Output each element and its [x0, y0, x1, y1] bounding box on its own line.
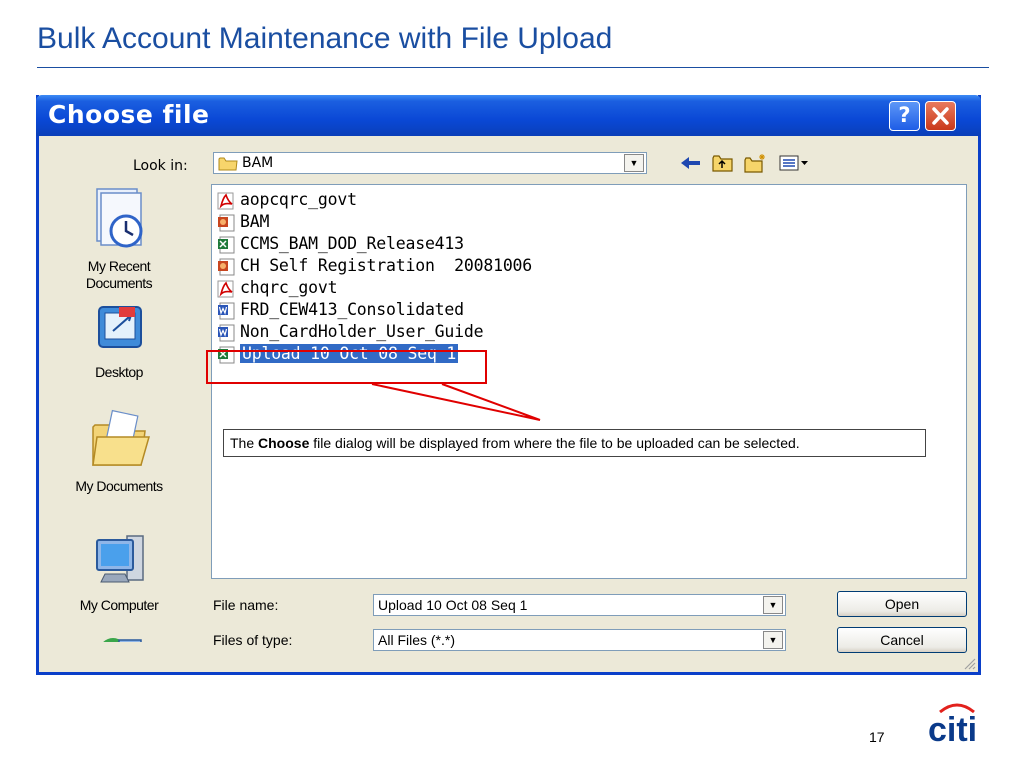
word-icon	[218, 324, 235, 342]
file-name-dropdown-button[interactable]: ▼	[763, 596, 783, 614]
slide-title: Bulk Account Maintenance with File Uploa…	[37, 22, 613, 55]
file-type-label: Files of type:	[213, 632, 293, 648]
open-button[interactable]: Open	[837, 591, 967, 617]
place-network[interactable]	[39, 630, 199, 642]
folder-icon	[218, 157, 238, 171]
place-label: My Documents	[75, 478, 163, 494]
word-icon	[218, 302, 235, 320]
look-in-select[interactable]: BAM ▼	[213, 152, 647, 174]
file-name-label: File name:	[213, 597, 279, 613]
place-my-documents[interactable]: My Documents	[39, 407, 199, 495]
recent-documents-icon	[96, 188, 143, 248]
file-name-field[interactable]: Upload 10 Oct 08 Seq 1 ▼	[373, 594, 786, 616]
file-name: chqrc_govt	[240, 278, 338, 297]
pdf-icon	[217, 280, 234, 298]
look-in-label: Look in:	[133, 158, 188, 174]
file-name: CH Self Registration 20081006	[240, 256, 533, 275]
cancel-button[interactable]: Cancel	[837, 627, 967, 653]
file-name: aopcqrc_govt	[240, 190, 357, 209]
powerpoint-icon	[218, 214, 235, 232]
places-bar: My Recent Documents Desktop My Documents	[39, 185, 209, 642]
selected-file-highlight	[206, 350, 487, 384]
title-divider	[37, 67, 989, 68]
callout-note: The Choose file dialog will be displayed…	[223, 429, 926, 457]
new-folder-icon[interactable]	[743, 153, 767, 173]
place-my-computer[interactable]: My Computer	[39, 530, 199, 614]
place-label: Desktop	[95, 364, 143, 380]
citi-logo: citi	[928, 703, 977, 745]
my-computer-icon	[96, 535, 144, 583]
powerpoint-icon	[218, 258, 235, 276]
svg-text:citi: citi	[928, 711, 977, 745]
file-name: Non_CardHolder_User_Guide	[240, 322, 484, 341]
look-in-value: BAM	[242, 155, 274, 171]
callout-text-after: file dialog will be displayed from where…	[309, 435, 800, 451]
place-label: My Recent Documents	[85, 258, 153, 291]
file-type-value: All Files (*.*)	[378, 632, 456, 648]
dialog-title: Choose file	[48, 100, 210, 129]
view-menu-icon[interactable]	[779, 153, 809, 173]
file-name: BAM	[240, 212, 270, 231]
page-number: 17	[869, 729, 885, 745]
callout-text-bold: Choose	[258, 435, 310, 451]
file-name-value: Upload 10 Oct 08 Seq 1	[378, 597, 528, 613]
choose-file-dialog: Choose file ? Look in: BAM ▼ My Recent D…	[36, 95, 981, 675]
dialog-titlebar[interactable]: Choose file ?	[36, 95, 981, 136]
help-button[interactable]: ?	[889, 101, 920, 131]
file-type-dropdown-button[interactable]: ▼	[763, 631, 783, 649]
desktop-icon	[98, 306, 142, 348]
up-folder-icon[interactable]	[711, 153, 735, 173]
place-my-recent-documents[interactable]: My Recent Documents	[39, 185, 199, 292]
look-in-dropdown-button[interactable]: ▼	[624, 154, 644, 172]
pdf-icon	[217, 192, 234, 210]
file-name: CCMS_BAM_DOD_Release413	[240, 234, 464, 253]
close-button[interactable]	[925, 101, 956, 131]
back-icon[interactable]	[679, 153, 703, 173]
callout-text-before: The	[230, 435, 259, 451]
file-name: FRD_CEW413_Consolidated	[240, 300, 464, 319]
place-label: My Computer	[79, 597, 159, 613]
network-places-icon	[103, 638, 142, 642]
resize-grip-icon[interactable]	[962, 656, 976, 670]
excel-icon	[218, 236, 235, 254]
my-documents-icon	[92, 409, 150, 466]
file-type-select[interactable]: All Files (*.*) ▼	[373, 629, 786, 651]
place-desktop[interactable]: Desktop	[39, 297, 199, 381]
close-icon	[932, 107, 949, 125]
